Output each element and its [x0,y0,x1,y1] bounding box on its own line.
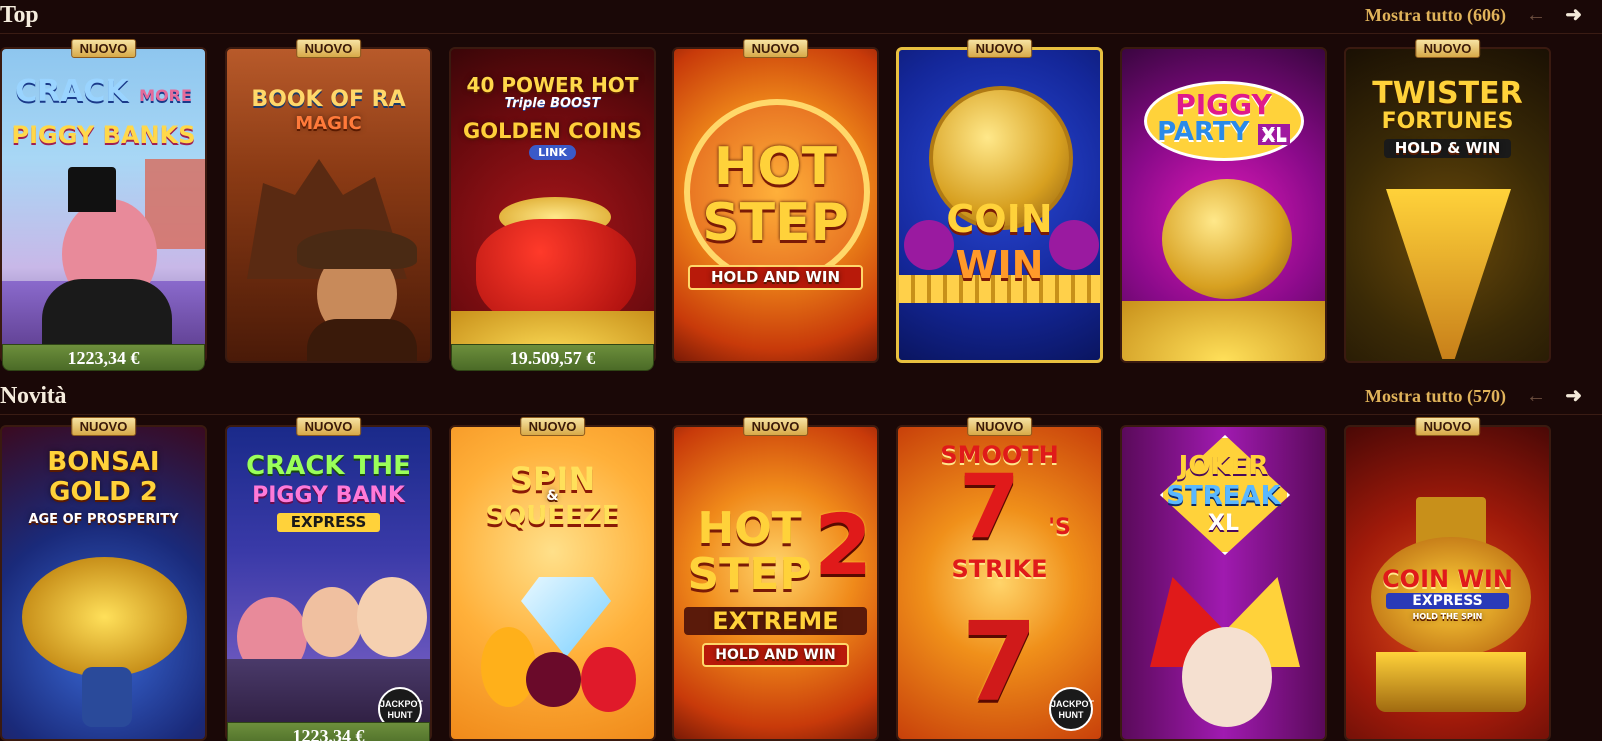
game-logo-sub: 'S [1048,515,1071,540]
game-logo-sub: HOLD THE SPIN [1412,612,1483,621]
jackpot-amount: 1223,34 € [2,344,205,371]
game-logo-sub: GOLD 2 [49,477,158,507]
game-logo-sub: PIGGY BANKS [11,121,196,149]
game-logo-sub: STEP [702,193,849,253]
new-badge: NUOVO [966,417,1033,436]
jackpot-hunt-badge: JACKPOT HUNT [1049,687,1094,731]
game-card[interactable]: NUOVO BOOK OF RA MAGIC [225,39,432,363]
game-logo-sub: 2 [814,496,873,594]
game-logo-sub: FORTUNES [1381,109,1514,134]
game-thumbnail: PIGGY PARTY XL [1120,47,1327,363]
game-card[interactable]: NUOVO BONSAI GOLD 2 AGE OF PROSPERITY [0,417,207,741]
game-card[interactable]: NUOVO COIN WIN [896,39,1103,363]
new-badge: NUOVO [70,39,137,58]
game-thumbnail: CRACK THE PIGGY BANK EXPRESS JACKPOT HUNT [225,425,432,741]
game-thumbnail: SMOOTH 7 'S STRIKE 7 JACKPOT HUNT [896,425,1103,741]
game-logo: TWISTER [1372,76,1523,111]
game-logo: BOOK OF RA [251,87,406,112]
game-logo-sub: PIGGY BANK [252,483,405,508]
new-badge: NUOVO [742,417,809,436]
game-logo-sub: AGE OF PROSPERITY [28,512,179,527]
game-logo-sub: EXPRESS [277,513,380,532]
game-thumbnail: COIN WIN [896,47,1103,363]
game-thumbnail: SPIN & SQUEEZE [449,425,656,741]
game-logo-sub: XL [1208,511,1239,536]
game-logo-sub: PARTY XL [1130,119,1317,145]
new-badge: NUOVO [742,39,809,58]
arrow-right-icon[interactable]: ➜ [1565,385,1582,407]
game-thumbnail: HOT STEP 2 EXTREME HOLD AND WIN [672,425,879,741]
new-badge: NUOVO [1414,39,1481,58]
arrow-right-icon[interactable]: ➜ [1565,4,1582,26]
new-badge: NUOVO [1414,417,1481,436]
game-logo: BONSAI [47,447,160,477]
game-logo-sub: HOLD AND WIN [702,643,849,667]
game-card[interactable]: 40 POWER HOT Triple BOOST GOLDEN COINS L… [449,47,656,371]
game-logo: CRACK THE [246,451,411,481]
arrow-left-icon[interactable]: ← [1526,4,1546,26]
section-title: Top [0,2,39,28]
new-badge: NUOVO [295,39,362,58]
game-logo-sub: EXPRESS [1386,593,1509,609]
game-thumbnail: 40 POWER HOT Triple BOOST GOLDEN COINS L… [449,47,656,363]
game-card[interactable]: NUOVO HOT STEP HOLD AND WIN [672,39,879,363]
game-logo-sub: SQUEEZE [485,501,620,531]
game-logo: PIGGY [1175,88,1272,121]
game-logo: COIN WIN [1382,565,1513,593]
game-logo-sub: GOLDEN COINS [463,119,642,143]
new-badge: NUOVO [519,417,586,436]
section-header: Novità Mostra tutto (570) ← ➜ [0,381,1602,415]
new-badge: NUOVO [70,417,137,436]
game-logo: 40 POWER HOT [466,73,639,97]
game-thumbnail: BONSAI GOLD 2 AGE OF PROSPERITY [0,425,207,741]
game-thumbnail: BOOK OF RA MAGIC [225,47,432,363]
game-thumbnail: JOKER STREAK XL [1120,425,1327,741]
game-thumbnail: CRACK MORE PIGGY BANKS [0,47,207,363]
game-card[interactable]: JOKER STREAK XL [1120,425,1327,741]
game-logo-sub: EXTREME [684,607,867,635]
game-logo-sub: STRIKE [951,555,1048,583]
game-logo-sub: Triple BOOST [504,96,601,111]
game-card[interactable]: NUOVO TWISTER FORTUNES HOLD & WIN [1344,39,1551,363]
game-logo-sub: STEP [687,549,812,600]
arrow-left-icon[interactable]: ← [1526,385,1546,407]
game-row: NUOVO CRACK MORE PIGGY BANKS 1223,34 € N… [0,39,1602,371]
game-card[interactable]: NUOVO COIN WIN EXPRESS HOLD THE SPIN [1344,417,1551,741]
top-section: Top Mostra tutto (606) ← ➜ NUOVO CRACK M… [0,0,1602,371]
game-thumbnail: TWISTER FORTUNES HOLD & WIN [1344,47,1551,363]
game-logo: CRACK MORE [15,74,192,109]
game-thumbnail: HOT STEP HOLD AND WIN [672,47,879,363]
new-badge: NUOVO [295,417,362,436]
new-badge: NUOVO [966,39,1033,58]
game-logo: HOT [697,503,802,554]
game-card[interactable]: NUOVO SMOOTH 7 'S STRIKE 7 JACKPOT HUNT [896,417,1103,741]
game-thumbnail: COIN WIN EXPRESS HOLD THE SPIN [1344,425,1551,741]
show-all-link[interactable]: Mostra tutto (606) [1365,5,1506,26]
game-card[interactable]: PIGGY PARTY XL [1120,47,1327,363]
new-section: Novità Mostra tutto (570) ← ➜ NUOVO BONS… [0,381,1602,741]
game-logo-sub: LINK [529,145,576,160]
game-card[interactable]: NUOVO CRACK MORE PIGGY BANKS 1223,34 € [0,39,207,371]
game-card[interactable]: NUOVO HOT STEP 2 EXTREME HOLD AND WIN [672,417,879,741]
show-all-link[interactable]: Mostra tutto (570) [1365,386,1506,407]
game-logo: COIN [946,197,1053,241]
game-logo: HOT [713,137,838,197]
game-row: NUOVO BONSAI GOLD 2 AGE OF PROSPERITY NU… [0,417,1602,741]
section-header: Top Mostra tutto (606) ← ➜ [0,0,1602,34]
game-logo: JOKER [1178,451,1269,481]
game-logo-sub: HOLD AND WIN [688,265,863,290]
game-card[interactable]: NUOVO SPIN & SQUEEZE [449,417,656,741]
game-logo-sub: STREAK [1166,481,1281,511]
jackpot-amount: 1223,34 € [227,722,430,741]
game-logo-sub: WIN [955,243,1044,287]
game-logo-sub: 7 [958,455,1021,558]
game-logo-sub: MAGIC [295,113,362,134]
jackpot-amount: 19.509,57 € [451,344,654,371]
game-card[interactable]: NUOVO CRACK THE PIGGY BANK EXPRESS JACKP… [225,417,432,741]
game-logo-sub: HOLD & WIN [1384,139,1511,158]
section-title: Novità [0,383,67,409]
